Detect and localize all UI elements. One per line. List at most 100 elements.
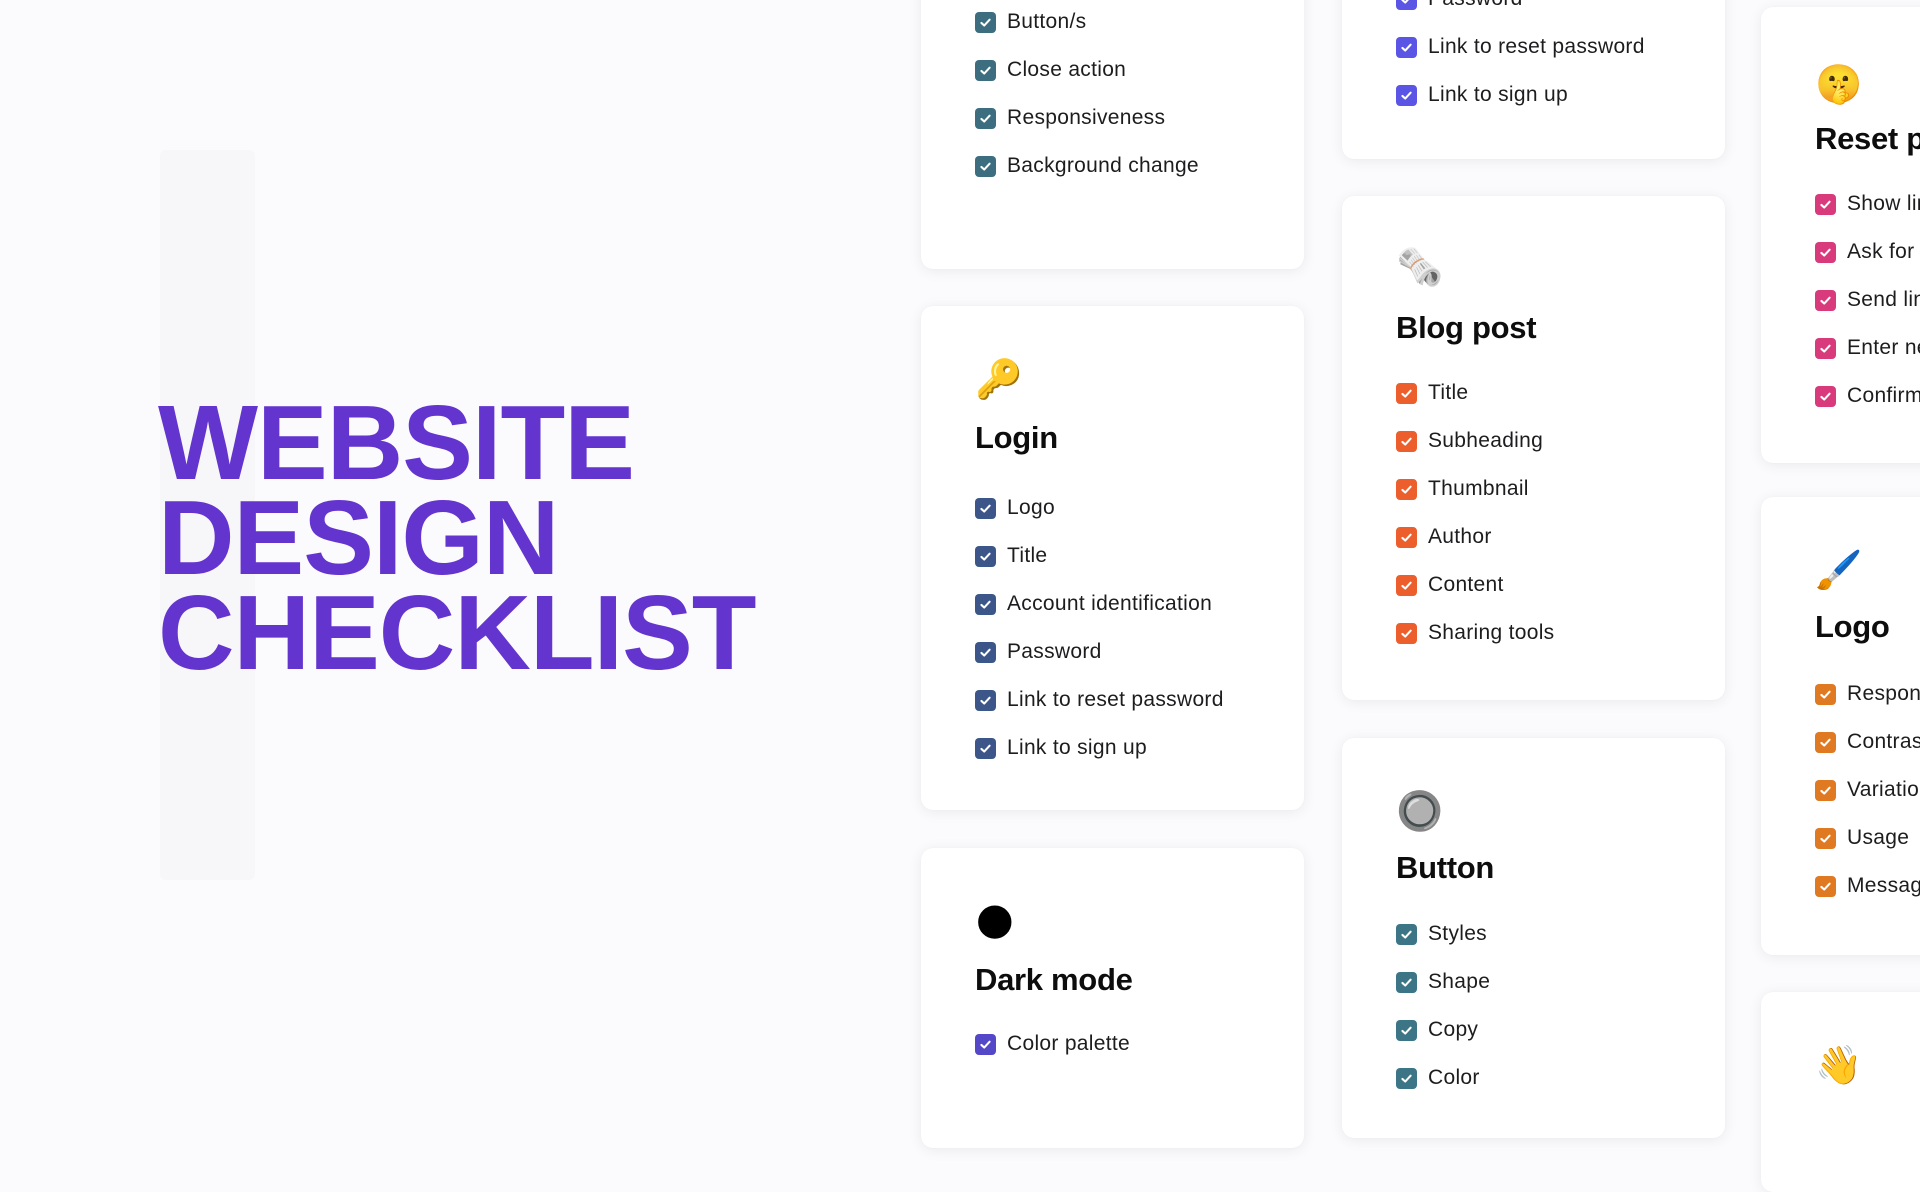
checkbox-checked-icon[interactable] [1815, 193, 1836, 215]
checkbox-checked-icon[interactable] [1396, 478, 1417, 500]
checkbox-checked-icon[interactable] [975, 497, 996, 519]
checklist-item-label: Password [1428, 0, 1523, 11]
checklist: Descriptive textButton/sClose actionResp… [975, 0, 1199, 190]
checkbox-checked-icon[interactable] [975, 59, 996, 81]
checkbox-checked-icon[interactable] [975, 1033, 996, 1055]
checklist-item-label: Message [1847, 874, 1920, 897]
checklist-item[interactable]: Responsiveness [1815, 670, 1920, 718]
checkbox-checked-icon[interactable] [975, 11, 996, 33]
checklist-item[interactable]: Color [1396, 1054, 1490, 1102]
card-logo: 🖌️ Logo Responsiveness Contrast Variations… [1761, 497, 1920, 955]
checkbox-checked-icon[interactable] [1815, 385, 1836, 407]
checklist-item[interactable]: Variations [1815, 766, 1920, 814]
checklist-item[interactable]: Thumbnail [1396, 465, 1554, 513]
checkbox-checked-icon[interactable] [1815, 731, 1836, 753]
checklist-item[interactable]: Background change [975, 142, 1199, 190]
checklist-item-label: Link to reset password [1428, 35, 1645, 58]
checklist-item[interactable]: Title [975, 532, 1224, 580]
checklist-item[interactable]: Usage [1815, 814, 1920, 862]
checkbox-checked-icon[interactable] [1396, 1067, 1417, 1089]
shushing-face-icon: 🤫 [1815, 64, 1863, 106]
checklist-item-label: Account identification [1007, 592, 1213, 615]
checklist-item[interactable]: Account identification [975, 580, 1224, 628]
card-blog-post: 🗞️ Blog post Title Subheading Thumbnail Aut… [1342, 196, 1725, 700]
title-line-1: WEBSITE [158, 384, 635, 502]
checkbox-checked-icon[interactable] [975, 737, 996, 759]
checklist-item[interactable]: Button/s [975, 0, 1199, 46]
checklist-item[interactable]: Sharing tools [1396, 609, 1554, 657]
checklist-item[interactable]: Link to sign up [1396, 71, 1645, 119]
checkbox-checked-icon[interactable] [1815, 683, 1836, 705]
checklist-item[interactable]: Responsiveness [975, 94, 1199, 142]
checklist-item-label: Confirm [1847, 384, 1920, 407]
checkbox-checked-icon[interactable] [1396, 574, 1417, 596]
checklist-item[interactable]: Link to reset password [1396, 23, 1645, 71]
checklist-item[interactable]: Close action [975, 46, 1199, 94]
checklist-item-label: Usage [1847, 826, 1910, 849]
title-line-3: CHECKLIST [158, 574, 757, 692]
checklist: Styles Shape Copy Color [1396, 910, 1490, 1102]
card-reset-password: 🤫 Reset password Show link Ask for emailS… [1761, 7, 1920, 463]
checklist-item-label: Thumbnail [1428, 477, 1529, 500]
card-title: Reset password [1815, 121, 1920, 156]
checkbox-checked-icon[interactable] [975, 593, 996, 615]
checklist: Responsiveness Contrast Variations Usage Mes… [1815, 670, 1920, 910]
checklist-item[interactable]: Confirm [1815, 372, 1920, 420]
checkbox-checked-icon[interactable] [1815, 289, 1836, 311]
checkbox-checked-icon[interactable] [1815, 827, 1836, 849]
checkbox-checked-icon[interactable] [1396, 923, 1417, 945]
checkbox-checked-icon[interactable] [975, 107, 996, 129]
checkbox-checked-icon[interactable] [975, 689, 996, 711]
checklist-item[interactable]: Password [975, 628, 1224, 676]
card-title: Logo [1815, 609, 1890, 644]
checklist-item[interactable]: Title [1396, 369, 1554, 417]
checkbox-checked-icon[interactable] [1396, 0, 1417, 10]
checkbox-checked-icon[interactable] [1396, 971, 1417, 993]
checklist-item[interactable]: Shape [1396, 958, 1490, 1006]
checkbox-checked-icon[interactable] [1815, 875, 1836, 897]
checklist-item[interactable]: Content [1396, 561, 1554, 609]
checklist-item[interactable]: Show link [1815, 180, 1920, 228]
checklist-item[interactable]: Contrast [1815, 718, 1920, 766]
checklist-item-label: Copy [1428, 1018, 1479, 1041]
checklist-item-label: Responsiveness [1847, 682, 1920, 705]
checklist-item-label: Shape [1428, 970, 1491, 993]
checkbox-checked-icon[interactable] [1396, 430, 1417, 452]
checklist-item-label: Link to sign up [1007, 736, 1147, 759]
checklist-item[interactable]: Color palette [975, 1020, 1130, 1068]
checkbox-checked-icon[interactable] [975, 641, 996, 663]
checkbox-checked-icon[interactable] [1815, 337, 1836, 359]
checklist-item[interactable]: Enter new password [1815, 324, 1920, 372]
checkbox-checked-icon[interactable] [1396, 622, 1417, 644]
card-button: 🔘 Button Styles Shape Copy Color [1342, 738, 1725, 1138]
checklist-item[interactable]: Logo [975, 484, 1224, 532]
checklist-item[interactable]: Link to reset password [975, 676, 1224, 724]
checklist-item[interactable]: Ask for email [1815, 228, 1920, 276]
checklist-item[interactable]: Link to sign up [975, 724, 1224, 772]
checklist-item[interactable]: Copy [1396, 1006, 1490, 1054]
checkbox-checked-icon[interactable] [975, 155, 996, 177]
card-dark-mode: 🌑 Dark mode Color palette [921, 848, 1304, 1148]
checklist-item-label: Variations [1847, 778, 1920, 801]
checklist-item[interactable]: Password [1396, 0, 1645, 23]
checklist-item[interactable]: Styles [1396, 910, 1490, 958]
card-login: 🔑 Login Logo Title Account identification P… [921, 306, 1304, 810]
checkbox-checked-icon[interactable] [1815, 779, 1836, 801]
checklist-item[interactable]: Send link [1815, 276, 1920, 324]
checklist-item-label: Color palette [1007, 1032, 1130, 1055]
checklist-item-label: Title [1428, 381, 1469, 404]
checkbox-checked-icon[interactable] [1396, 36, 1417, 58]
checklist-item-label: Show link [1847, 192, 1920, 215]
checklist: Title Subheading Thumbnail Author Content Sha… [1396, 369, 1554, 657]
checkbox-checked-icon[interactable] [1396, 382, 1417, 404]
checklist-item-label: Link to reset password [1007, 688, 1224, 711]
checklist-item[interactable]: Message [1815, 862, 1920, 910]
checkbox-checked-icon[interactable] [1396, 84, 1417, 106]
checklist-item-label: Responsiveness [1007, 106, 1166, 129]
checkbox-checked-icon[interactable] [975, 545, 996, 567]
checklist-item[interactable]: Author [1396, 513, 1554, 561]
checkbox-checked-icon[interactable] [1396, 1019, 1417, 1041]
checkbox-checked-icon[interactable] [1396, 526, 1417, 548]
checkbox-checked-icon[interactable] [1815, 241, 1836, 263]
checklist-item[interactable]: Subheading [1396, 417, 1554, 465]
